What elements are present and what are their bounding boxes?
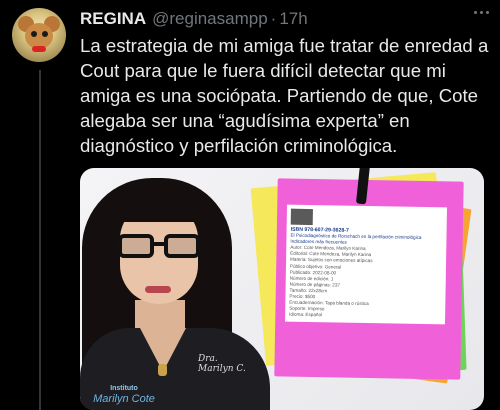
person-lips (145, 286, 171, 293)
necklace-pendant (158, 364, 167, 376)
book-cover-thumbnail (290, 208, 313, 226)
avatar[interactable] (12, 8, 66, 62)
tweet-text: La estrategia de mi amiga fue tratar de … (80, 35, 489, 156)
more-dot (473, 10, 477, 14)
book-info-card: ISBN 978-607-29-3628-7 El Psicodiagnósti… (284, 204, 448, 325)
glasses-lens-right (164, 234, 200, 258)
jacket-logo: Instituto Marilyn Cote (88, 383, 160, 405)
glasses-lens-left (118, 234, 154, 258)
avatar-bow (32, 46, 46, 52)
jacket-signature: Dra. Marilyn C. (198, 354, 246, 374)
glasses-icon (118, 234, 202, 260)
more-dot (479, 10, 483, 14)
more-options-icon[interactable] (470, 4, 492, 20)
thread-line (39, 70, 41, 410)
more-dot (485, 10, 489, 14)
separator-dot: · (270, 9, 277, 28)
avatar-eye-right (42, 31, 48, 37)
avatar-eye-left (31, 31, 37, 37)
author-handle[interactable]: @reginasampp (152, 9, 268, 29)
tweet-timestamp[interactable]: 17h (279, 9, 307, 29)
tweet-header: REGINA @reginasampp · 17h (80, 9, 490, 31)
person-bangs (110, 182, 210, 222)
book-detail-row: Idioma: Español (289, 311, 323, 318)
tweet-media-image[interactable]: ISBN 978-607-29-3628-7 El Psicodiagnósti… (80, 168, 484, 410)
jacket-logo-text: Marilyn Cote (93, 393, 155, 405)
author-name[interactable]: REGINA (80, 9, 146, 29)
